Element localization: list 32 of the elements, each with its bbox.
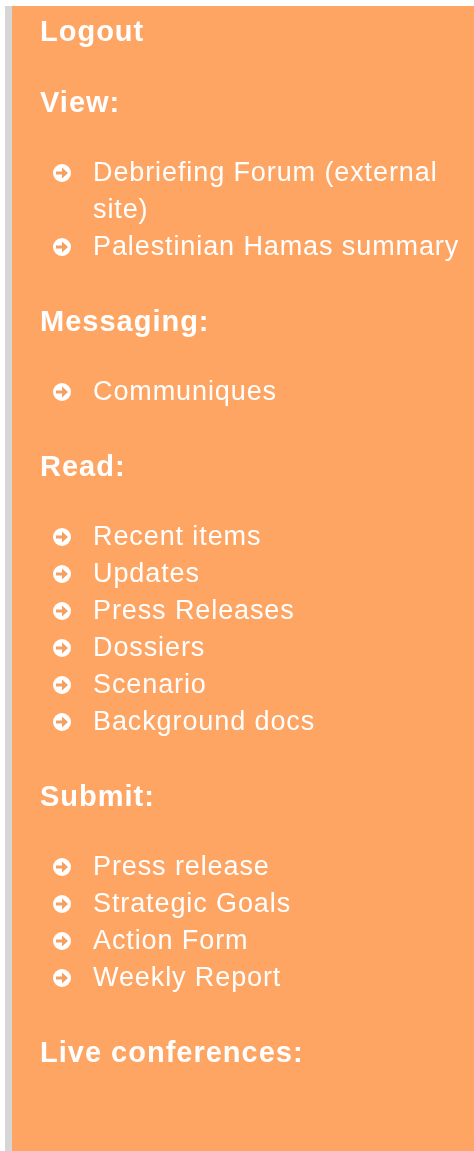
nav-link[interactable]: Strategic Goals [93,885,292,922]
arrow-circle-icon [52,382,72,402]
nav-link[interactable]: Weekly Report [93,959,282,996]
logout-link[interactable]: Logout [40,16,145,46]
arrow-circle-icon [52,163,72,183]
arrow-circle-icon [52,894,72,914]
section-heading: Live conferences: [40,1035,305,1070]
nav-link[interactable]: Palestinian Hamas summary [93,228,460,265]
arrow-circle-icon [52,237,72,257]
nav-link[interactable]: Recent items [93,518,262,555]
arrow-circle-icon [52,675,72,695]
arrow-circle-icon [52,968,72,988]
arrow-circle-icon [52,931,72,951]
section-heading: Submit: [40,779,156,814]
nav-link[interactable]: Background docs [93,703,316,740]
nav-link[interactable]: Dossiers [93,629,206,666]
section-heading: View: [40,85,122,120]
nav-link[interactable]: Debriefing Forum (external site) [93,154,470,228]
section-heading: Messaging: [40,304,211,339]
nav-link[interactable]: Updates [93,555,200,592]
nav-link[interactable]: Press Releases [93,592,295,629]
arrow-circle-icon [52,564,72,584]
arrow-circle-icon [52,527,72,547]
arrow-circle-icon [52,857,72,877]
arrow-circle-icon [52,712,72,732]
nav-link[interactable]: Scenario [93,666,207,703]
nav-link[interactable]: Press release [93,848,270,885]
nav-link[interactable]: Communiques [93,373,277,410]
arrow-circle-icon [52,638,72,658]
section-heading: Read: [40,449,127,484]
nav-link[interactable]: Action Form [93,922,249,959]
arrow-circle-icon [52,601,72,621]
